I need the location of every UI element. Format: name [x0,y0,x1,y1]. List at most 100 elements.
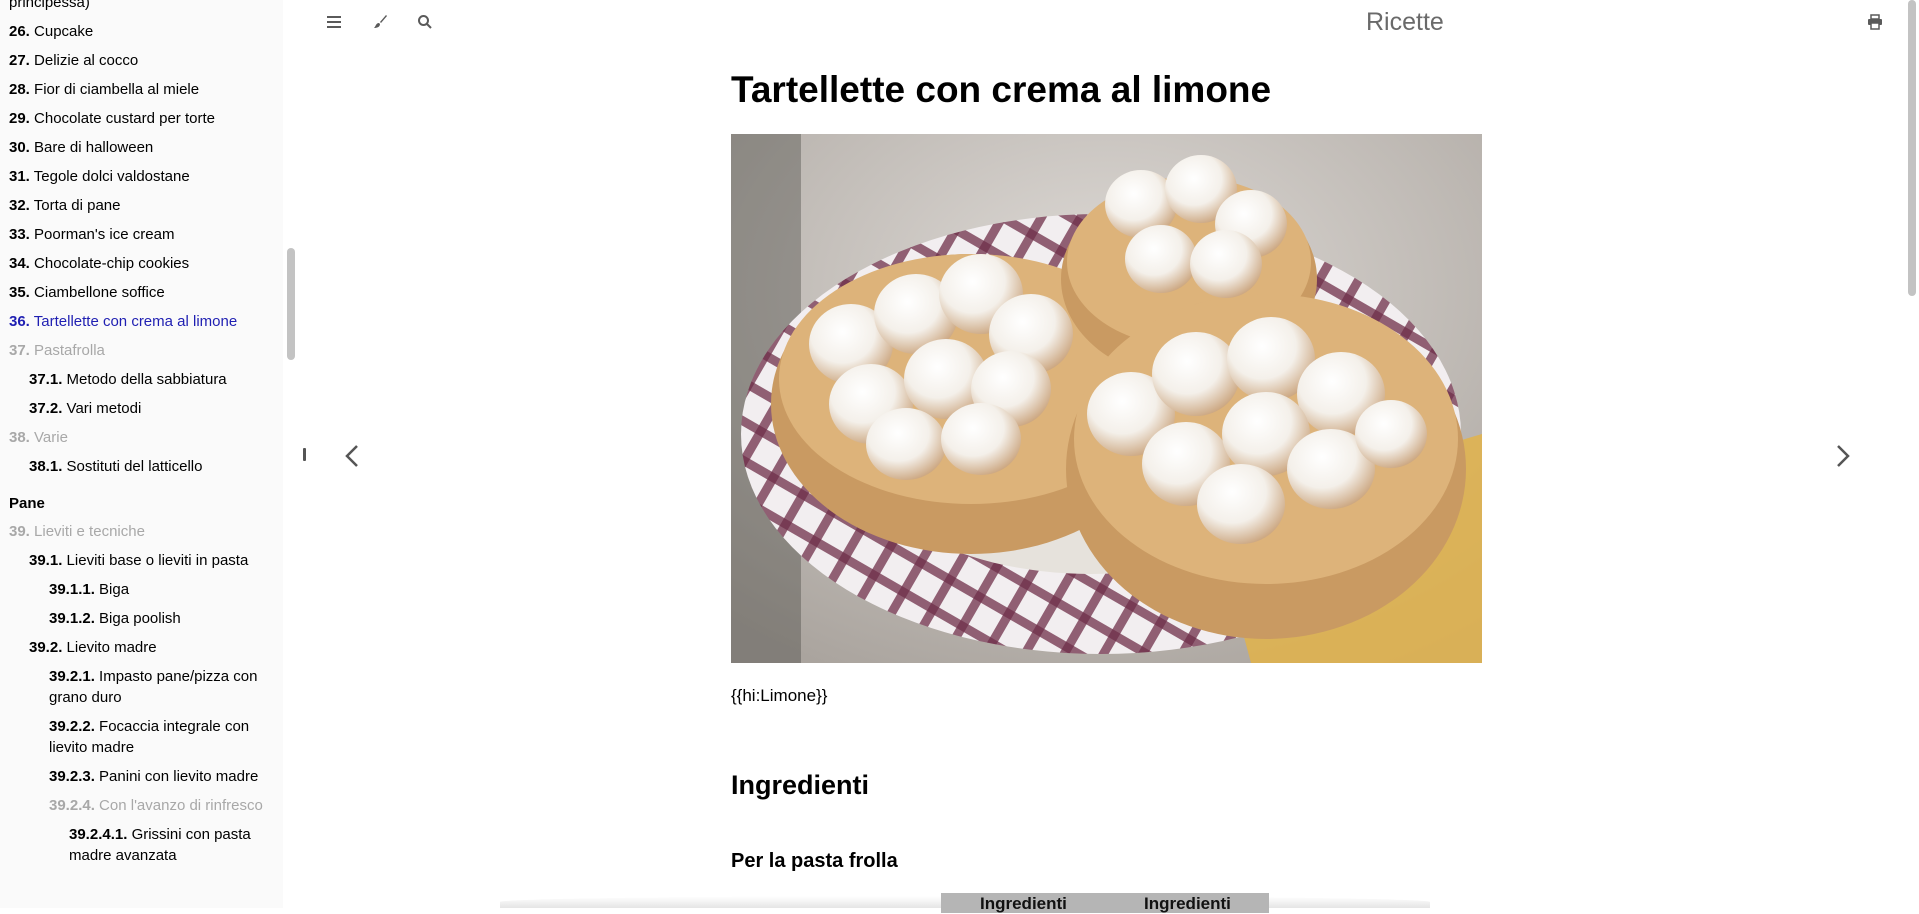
toc-item[interactable]: 37.2. Vari metodi [0,398,283,419]
table-header-cell: Ingredienti [980,894,1067,913]
toc-item[interactable]: 26. Cupcake [0,21,283,42]
toc-item[interactable]: 36. Tartellette con crema al limone [0,311,283,332]
book-title: Ricette [1366,8,1444,36]
toc-item[interactable]: 38.1. Sostituti del latticello [0,456,283,477]
toc-item-number: 39.2. [29,639,63,656]
toc-item[interactable]: 39.2.2. Focaccia integrale con lievito m… [0,716,283,758]
toc-item[interactable]: principessa) [0,0,283,13]
toc-item[interactable]: 35. Ciambellone soffice [0,282,283,303]
toc-item-number: 27. [9,52,30,69]
toc-item-number: 39.2.1. [49,668,95,685]
toc-item-label: Poorman's ice cream [34,226,175,243]
toc-item[interactable]: 34. Chocolate-chip cookies [0,253,283,274]
toc-item-number: 39. [9,523,30,540]
toc-item[interactable]: 39.2. Lievito madre [0,637,283,658]
toc-item-number: 36. [9,313,30,330]
toc-item[interactable]: 29. Chocolate custard per torte [0,108,283,129]
toc-item-number: 29. [9,110,30,127]
toc-item: 39.2.4. Con l'avanzo di rinfresco [0,795,283,816]
toc-item[interactable]: 39.2.1. Impasto pane/pizza con grano dur… [0,666,283,708]
table-header-cell: Ingredienti [1144,894,1231,913]
toc-item-number: 28. [9,81,30,98]
toc-item-label: Tegole dolci valdostane [33,168,190,185]
page-title: Tartellette con crema al limone [731,69,1272,110]
toc-item-label: Fior di ciambella al miele [34,81,200,98]
toc-item-number: 34. [9,255,30,272]
toc-item-label: Biga [99,581,130,598]
toc-item-label: Chocolate custard per torte [34,110,215,127]
toc-item-number: 37.1. [29,371,63,388]
toc-item-number: 39.2.2. [49,718,95,735]
hamburger-icon[interactable] [321,9,347,35]
toc-item-label: Pastafrolla [34,342,105,359]
toc-item-number: 38.1. [29,458,63,475]
toc-list: principessa) 26. Cupcake 27. Delizie al co… [0,0,283,874]
toc-item: 38. Varie [0,427,283,448]
toc-item-number: 38. [9,429,30,446]
toc-item[interactable]: 39.2.4.1. Grissini con pasta madre avanz… [0,824,283,866]
toc-item-number: 32. [9,197,30,214]
toc-item-label: Bare di halloween [34,139,154,156]
toc-item-label: Sostituti del latticello [66,458,203,475]
toc-item[interactable]: 31. Tegole dolci valdostane [0,166,283,187]
toc-item-number: 30. [9,139,30,156]
toc-item-number: 39.1.1. [49,581,95,598]
toc-item[interactable]: 33. Poorman's ice cream [0,224,283,245]
toc-item-number: 39.2.4. [49,797,95,814]
toc-item: 39. Lieviti e tecniche [0,521,283,542]
section-heading: Ingredienti [731,770,870,800]
toc-item-label: Ciambellone soffice [34,284,165,301]
toc-item[interactable]: 39.2.3. Panini con lievito madre [0,766,283,787]
toc-item-number: 39.2.4.1. [69,826,128,843]
toc-item-number: 39.1. [29,552,63,569]
toc-item[interactable]: 39.1.1. Biga [0,579,283,600]
subsection-heading: Per la pasta frolla [731,850,898,872]
chevron-right-icon[interactable] [1833,440,1853,472]
toc-item-number: 37.2. [29,400,63,417]
sidebar-resize-handle[interactable] [303,448,306,461]
toc-item-label: Lieviti e tecniche [34,523,145,540]
toc-item-label: Panini con lievito madre [99,768,259,785]
printer-icon[interactable] [1862,9,1888,35]
toc-item[interactable]: 32. Torta di pane [0,195,283,216]
toc-item-label: Torta di pane [33,197,121,214]
toc-item-label: Vari metodi [66,400,142,417]
chevron-left-icon[interactable] [342,440,362,472]
toc-item-label: Pane [9,495,45,512]
toc-item: 37. Pastafrolla [0,340,283,361]
search-icon[interactable] [412,9,438,35]
toc-item[interactable]: 39.1.2. Biga poolish [0,608,283,629]
sidebar-scrollbar[interactable] [287,248,295,360]
toc-item-label: Delizie al cocco [34,52,139,69]
ingredients-table-header: Ingredienti Ingredienti [941,893,1269,913]
toc-item[interactable]: 37.1. Metodo della sabbiatura [0,369,283,390]
toc-item-number: 37. [9,342,30,359]
toc-item[interactable]: 30. Bare di halloween [0,137,283,158]
toc-item-label: Chocolate-chip cookies [34,255,190,272]
toc-part-title: Pane [0,493,283,514]
recipe-photo [731,134,1482,663]
toc-item-label: principessa) [9,0,90,11]
toc-item-label: Lievito madre [66,639,157,656]
toc-item-number: 33. [9,226,30,243]
toc-item-number: 39.2.3. [49,768,95,785]
toc-item-label: Metodo della sabbiatura [66,371,227,388]
toc-item-label: Lieviti base o lieviti in pasta [66,552,249,569]
toc-item[interactable]: 28. Fior di ciambella al miele [0,79,283,100]
page-scrollbar[interactable] [1908,0,1916,296]
toc-item-label: Con l'avanzo di rinfresco [99,797,263,814]
sidebar-toc: principessa) 26. Cupcake 27. Delizie al co… [0,0,283,908]
toc-item[interactable]: 39.1. Lieviti base o lieviti in pasta [0,550,283,571]
toc-item-label: Tartellette con crema al limone [33,313,238,330]
toc-item-label: Varie [34,429,68,446]
toc-item-number: 26. [9,23,30,40]
toc-item[interactable]: 27. Delizie al cocco [0,50,283,71]
toc-item-number: 39.1.2. [49,610,95,627]
menu-bar: Ricette [283,0,1919,44]
toc-item-number: 35. [9,284,30,301]
toc-item-number: 31. [9,168,30,185]
toc-item-label: Biga poolish [99,610,181,627]
toc-item-label: Cupcake [34,23,94,40]
image-caption: {{hi:Limone}} [731,686,828,705]
paintbrush-icon[interactable] [367,9,393,35]
